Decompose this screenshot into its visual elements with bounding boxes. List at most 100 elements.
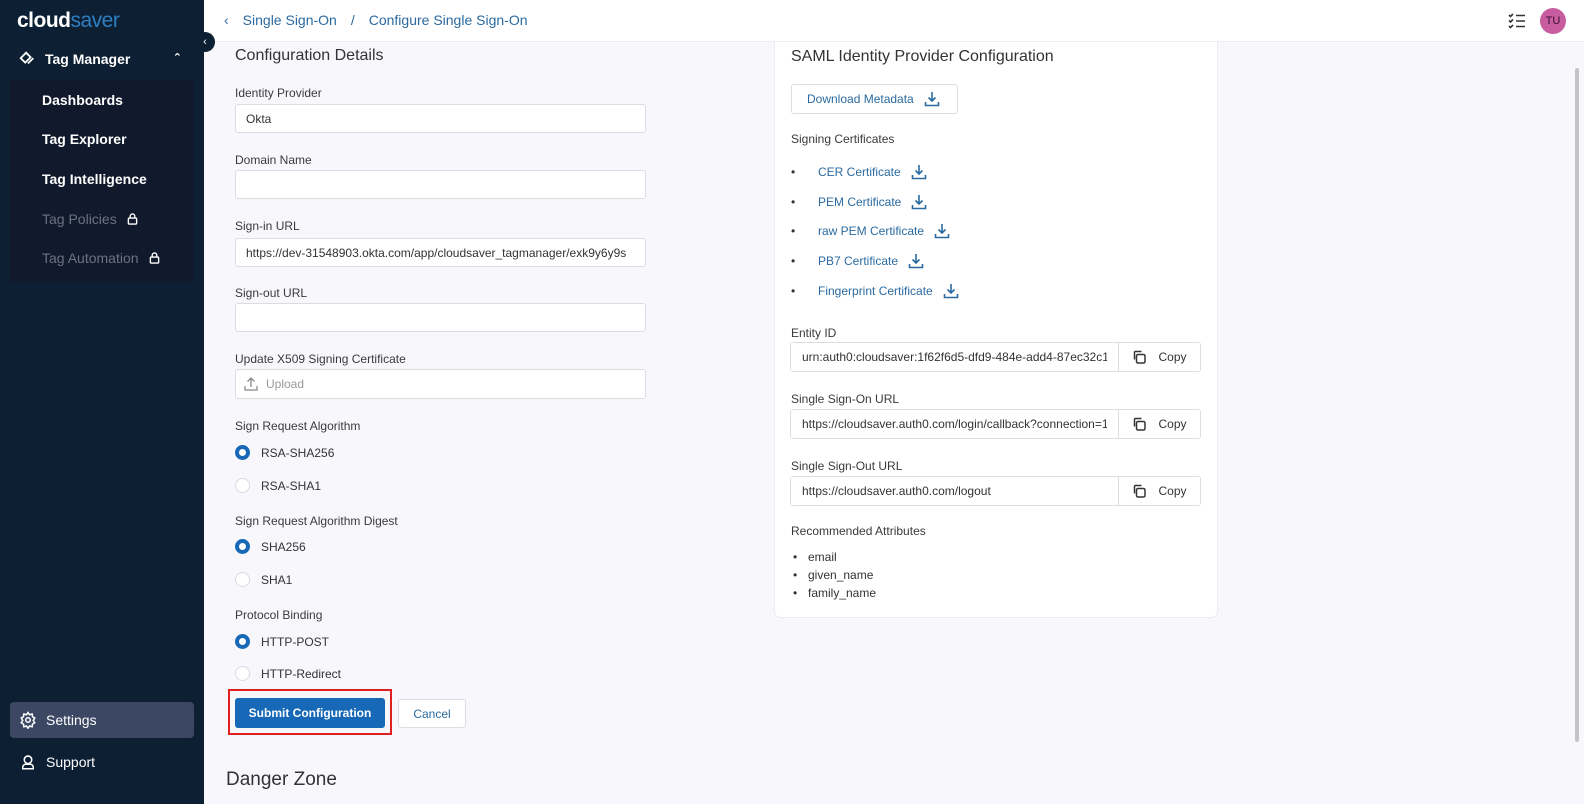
sidebar-item-tag-explorer[interactable]: Tag Explorer: [10, 120, 194, 160]
signing-certificates-label: Signing Certificates: [791, 132, 895, 146]
sidebar-item-tag-intelligence[interactable]: Tag Intelligence: [10, 159, 194, 199]
identity-provider-label: Identity Provider: [235, 86, 322, 100]
cloudsaver-logo[interactable]: cloudsaver: [17, 9, 120, 33]
cert-item-raw-pem: • raw PEM Certificate: [791, 223, 950, 239]
cert-item-pb7: • PB7 Certificate: [791, 253, 924, 269]
recommended-attributes-label: Recommended Attributes: [791, 524, 926, 538]
pb7-certificate-link[interactable]: PB7 Certificate: [818, 254, 898, 268]
cer-certificate-link[interactable]: CER Certificate: [818, 165, 901, 179]
download-icon[interactable]: [911, 164, 927, 180]
sidebar-item-tag-policies[interactable]: Tag Policies: [10, 199, 194, 239]
checklist-icon[interactable]: [1508, 12, 1526, 30]
attribute-item: • given_name: [793, 568, 874, 582]
slo-url-input[interactable]: [791, 477, 1118, 505]
saml-config-title: SAML Identity Provider Configuration: [791, 48, 1054, 65]
download-icon: [924, 92, 940, 107]
copy-icon: [1134, 484, 1147, 498]
radio-button-checked[interactable]: [235, 445, 250, 460]
vertical-scrollbar[interactable]: [1568, 42, 1584, 804]
slo-url-field: Copy: [790, 476, 1201, 506]
radio-button[interactable]: [235, 666, 250, 681]
radio-http-redirect[interactable]: HTTP-Redirect: [235, 666, 341, 681]
entity-id-input[interactable]: [791, 343, 1118, 371]
radio-rsa-sha1[interactable]: RSA-SHA1: [235, 478, 321, 493]
download-icon[interactable]: [934, 223, 950, 239]
cancel-button[interactable]: Cancel: [398, 699, 466, 728]
sign-out-url-input[interactable]: [235, 303, 646, 332]
tag-manager-toggle[interactable]: Tag Manager ⌃: [0, 45, 204, 73]
entity-id-field: Copy: [790, 342, 1201, 372]
copy-slo-url-button[interactable]: Copy: [1118, 477, 1200, 505]
top-bar: ‹ Single Sign-On / Configure Single Sign…: [204, 0, 1584, 42]
radio-rsa-sha256[interactable]: RSA-SHA256: [235, 445, 334, 460]
sign-request-digest-label: Sign Request Algorithm Digest: [235, 514, 398, 528]
sidebar-item-tag-automation[interactable]: Tag Automation: [10, 238, 194, 278]
certificate-upload-field[interactable]: Upload: [235, 369, 646, 399]
breadcrumb-configure-sso[interactable]: Configure Single Sign-On: [369, 12, 528, 28]
lock-icon: [127, 212, 138, 225]
attribute-item: • email: [793, 550, 837, 564]
collapse-sidebar-button[interactable]: ‹: [195, 32, 215, 52]
fingerprint-certificate-link[interactable]: Fingerprint Certificate: [818, 284, 933, 298]
protocol-binding-label: Protocol Binding: [235, 608, 323, 622]
cert-item-pem: • PEM Certificate: [791, 194, 927, 210]
download-icon[interactable]: [908, 253, 924, 269]
pem-certificate-link[interactable]: PEM Certificate: [818, 195, 901, 209]
tag-manager-label: Tag Manager: [45, 51, 131, 67]
tag-manager-submenu: Dashboards Tag Explorer Tag Intelligence…: [10, 80, 194, 283]
domain-name-label: Domain Name: [235, 153, 312, 167]
submit-configuration-button[interactable]: Submit Configuration: [235, 698, 385, 728]
radio-sha1[interactable]: SHA1: [235, 572, 292, 587]
sso-url-input[interactable]: [791, 410, 1118, 438]
configuration-details-title: Configuration Details: [235, 47, 384, 64]
upload-icon: [244, 377, 258, 391]
headset-icon: [22, 755, 34, 770]
sign-in-url-input[interactable]: [235, 238, 646, 267]
domain-name-input[interactable]: [235, 170, 646, 199]
top-actions: TU: [1508, 8, 1566, 34]
radio-button[interactable]: [235, 572, 250, 587]
download-icon[interactable]: [911, 194, 927, 210]
upload-placeholder: Upload: [266, 377, 305, 391]
breadcrumb-single-sign-on[interactable]: Single Sign-On: [243, 12, 337, 28]
tag-manager-group: Tag Manager ⌃: [0, 45, 204, 73]
copy-icon: [1134, 350, 1147, 364]
radio-button-checked[interactable]: [235, 634, 250, 649]
cert-item-cer: • CER Certificate: [791, 164, 927, 180]
download-metadata-button[interactable]: Download Metadata: [791, 84, 958, 114]
x509-certificate-label: Update X509 Signing Certificate: [235, 352, 406, 366]
tag-icon: [19, 51, 34, 65]
copy-entity-id-button[interactable]: Copy: [1118, 343, 1200, 371]
radio-button-checked[interactable]: [235, 539, 250, 554]
sso-url-field: Copy: [790, 409, 1201, 439]
user-avatar[interactable]: TU: [1540, 8, 1566, 34]
identity-provider-input[interactable]: [235, 104, 646, 133]
danger-zone-title: Danger Zone: [226, 769, 337, 790]
sign-out-url-label: Sign-out URL: [235, 286, 308, 300]
download-icon[interactable]: [943, 283, 959, 299]
entity-id-label: Entity ID: [791, 326, 837, 340]
sso-url-label: Single Sign-On URL: [791, 392, 900, 406]
sidebar-item-settings[interactable]: Settings: [10, 702, 194, 738]
sidebar: cloudsaver Tag Manager ⌃ Dashboards Tag …: [0, 0, 204, 804]
breadcrumb-separator: /: [350, 12, 355, 28]
copy-icon: [1134, 417, 1147, 431]
back-chevron-icon[interactable]: ‹: [224, 12, 229, 28]
scrollbar-thumb[interactable]: [1575, 68, 1579, 742]
sign-request-algorithm-label: Sign Request Algorithm: [235, 419, 361, 433]
radio-button[interactable]: [235, 478, 250, 493]
sign-in-url-label: Sign-in URL: [235, 219, 300, 233]
slo-url-label: Single Sign-Out URL: [791, 459, 903, 473]
raw-pem-certificate-link[interactable]: raw PEM Certificate: [818, 224, 924, 238]
gear-icon: [20, 711, 36, 729]
radio-sha256[interactable]: SHA256: [235, 539, 306, 554]
chevron-left-icon: ‹: [203, 36, 207, 48]
lock-icon: [149, 252, 159, 264]
sidebar-item-support[interactable]: Support: [10, 744, 194, 780]
chevron-up-icon: ⌃: [172, 52, 182, 64]
radio-http-post[interactable]: HTTP-POST: [235, 634, 329, 649]
copy-sso-url-button[interactable]: Copy: [1118, 410, 1200, 438]
cert-item-fingerprint: • Fingerprint Certificate: [791, 283, 959, 299]
attribute-item: • family_name: [793, 586, 877, 600]
sidebar-item-dashboards[interactable]: Dashboards: [10, 80, 194, 120]
